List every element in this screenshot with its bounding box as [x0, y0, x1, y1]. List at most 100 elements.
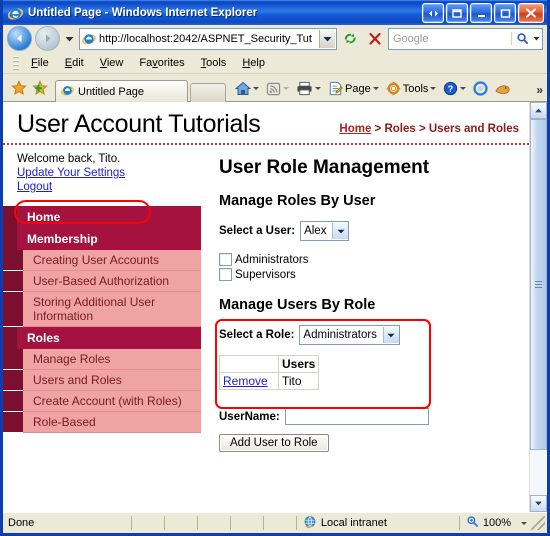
role-select-value: Administrators: [303, 329, 377, 341]
sidebar-item-users-and-roles[interactable]: Users and Roles: [3, 370, 201, 391]
supervisors-label: Supervisors: [235, 268, 296, 281]
sidebar-item-storing-additional-user-information[interactable]: Storing Additional User Information: [3, 292, 201, 327]
add-user-to-role-button[interactable]: Add User to Role: [219, 434, 329, 452]
forward-button[interactable]: [35, 26, 60, 51]
section-heading-manage-users-by-role: Manage Users By Role: [219, 297, 376, 313]
window-resize-grip[interactable]: [531, 516, 545, 530]
security-zone[interactable]: Local intranet: [297, 515, 460, 532]
zoom-control[interactable]: 100%: [460, 515, 531, 531]
users-table-header-users: Users: [277, 355, 320, 373]
remove-user-link[interactable]: Remove: [223, 374, 268, 388]
add-to-favorites-icon[interactable]: [32, 80, 48, 96]
sidebar-item-creating-user-accounts[interactable]: Creating User Accounts: [3, 250, 201, 271]
new-tab-button[interactable]: [190, 83, 226, 102]
address-dropdown-icon[interactable]: [319, 29, 335, 48]
menu-file[interactable]: File: [23, 55, 57, 71]
scrollbar-thumb[interactable]: [530, 119, 547, 450]
minimize-button[interactable]: [470, 3, 492, 23]
messenger-button[interactable]: [470, 80, 491, 97]
globe-icon: [303, 515, 317, 532]
sidebar-item-roles[interactable]: Roles: [3, 327, 201, 349]
address-url-text: http://localhost:2042/ASPNET_Security_Tu…: [99, 32, 312, 45]
search-box[interactable]: Google: [388, 27, 543, 50]
supervisors-checkbox[interactable]: [219, 268, 232, 281]
scroll-down-button[interactable]: [530, 495, 547, 512]
status-cell-4: [231, 516, 264, 530]
home-button[interactable]: [232, 80, 262, 97]
toolbar-overflow-icon[interactable]: »: [536, 83, 543, 97]
sidebar-item-create-account-with-roles[interactable]: Create Account (with Roles): [3, 391, 201, 412]
search-options-icon[interactable]: [532, 36, 541, 41]
users-table: Users Remove Tito: [219, 355, 320, 390]
status-bar: Done Local intranet 100%: [3, 512, 547, 533]
tools-dropdown-icon[interactable]: [430, 87, 437, 90]
menu-grip-handle[interactable]: [13, 55, 19, 70]
user-select[interactable]: Alex: [300, 221, 350, 241]
zoom-dropdown-icon[interactable]: [521, 521, 527, 525]
vertical-scrollbar[interactable]: [529, 102, 547, 512]
section-heading-manage-roles-by-user: Manage Roles By User: [219, 193, 376, 209]
menu-favorites-rest: orites: [157, 56, 185, 69]
logout-link[interactable]: Logout: [17, 180, 201, 194]
print-button[interactable]: [293, 80, 324, 97]
stop-button[interactable]: [364, 28, 385, 49]
home-dropdown-icon[interactable]: [253, 87, 259, 90]
scrollbar-track[interactable]: [530, 119, 547, 495]
role-checkbox-list: Administrators Supervisors: [219, 253, 519, 281]
main-heading: User Role Management: [219, 157, 430, 178]
chevron-down-icon[interactable]: [332, 223, 349, 239]
select-role-label: Select a Role:: [219, 329, 295, 341]
username-input[interactable]: [284, 408, 429, 425]
role-select[interactable]: Administrators: [299, 325, 400, 345]
search-icon[interactable]: [511, 32, 532, 45]
sidebar-item-home[interactable]: Home: [3, 206, 201, 228]
help-button[interactable]: ?: [440, 80, 469, 97]
tools-button[interactable]: Tools: [383, 80, 440, 97]
menu-file-label: F: [31, 56, 38, 69]
menu-view[interactable]: View: [92, 55, 132, 71]
breadcrumb-home-link[interactable]: Home: [339, 123, 371, 135]
status-cell-5: [264, 516, 297, 530]
restore-window-button[interactable]: [446, 3, 468, 23]
menu-edit-rest: dit: [72, 56, 84, 69]
recent-pages-button[interactable]: [63, 36, 76, 42]
title-bar: Untitled Page - Windows Internet Explore…: [3, 0, 547, 25]
feeds-dropdown-icon: [283, 87, 289, 90]
checkbox-row-administrators[interactable]: Administrators: [219, 253, 519, 266]
menu-edit-label: E: [64, 56, 73, 69]
close-button[interactable]: [518, 3, 544, 23]
maximize-button[interactable]: [494, 3, 516, 23]
status-cell-1: [132, 516, 165, 530]
feeds-button[interactable]: [263, 81, 292, 97]
help-dropdown-icon[interactable]: [460, 87, 467, 90]
print-dropdown-icon[interactable]: [315, 87, 321, 90]
sidebar-item-role-based[interactable]: Role-Based: [3, 412, 201, 433]
page-viewport: User Account Tutorials Home > Roles > Us…: [3, 102, 547, 512]
page-button[interactable]: Page: [325, 80, 382, 97]
page-dropdown-icon[interactable]: [372, 87, 379, 90]
username-cell: Tito: [277, 372, 320, 390]
sidebar-item-user-based-authorization[interactable]: User-Based Authorization: [3, 271, 201, 292]
administrators-checkbox[interactable]: [219, 253, 232, 266]
browser-tab[interactable]: Untitled Page: [55, 80, 188, 102]
checkbox-row-supervisors[interactable]: Supervisors: [219, 268, 519, 281]
scroll-up-button[interactable]: [530, 102, 547, 119]
update-settings-link[interactable]: Update Your Settings: [17, 166, 201, 180]
sidebar-item-manage-roles[interactable]: Manage Roles: [3, 349, 201, 370]
chevron-down-icon[interactable]: [382, 327, 399, 343]
menu-favorites[interactable]: Favorites: [131, 55, 192, 71]
welcome-block: Welcome back, Tito. Update Your Settings…: [3, 152, 201, 194]
menu-tools[interactable]: Tools: [193, 55, 235, 71]
browser-window: Untitled Page - Windows Internet Explore…: [0, 0, 550, 536]
refresh-button[interactable]: [340, 28, 361, 49]
breadcrumb: Home > Roles > Users and Roles: [339, 123, 519, 139]
sidebar-item-membership[interactable]: Membership: [3, 228, 201, 250]
favorites-center-icon[interactable]: [11, 80, 27, 96]
menu-edit[interactable]: Edit: [57, 55, 92, 71]
search-input[interactable]: Google: [393, 33, 511, 45]
address-bar[interactable]: http://localhost:2042/ASPNET_Security_Tu…: [79, 27, 337, 50]
restore-group-button[interactable]: [422, 3, 444, 23]
back-button[interactable]: [7, 26, 32, 51]
menu-help[interactable]: Help: [234, 55, 273, 71]
mail-bird-icon[interactable]: [492, 81, 514, 97]
